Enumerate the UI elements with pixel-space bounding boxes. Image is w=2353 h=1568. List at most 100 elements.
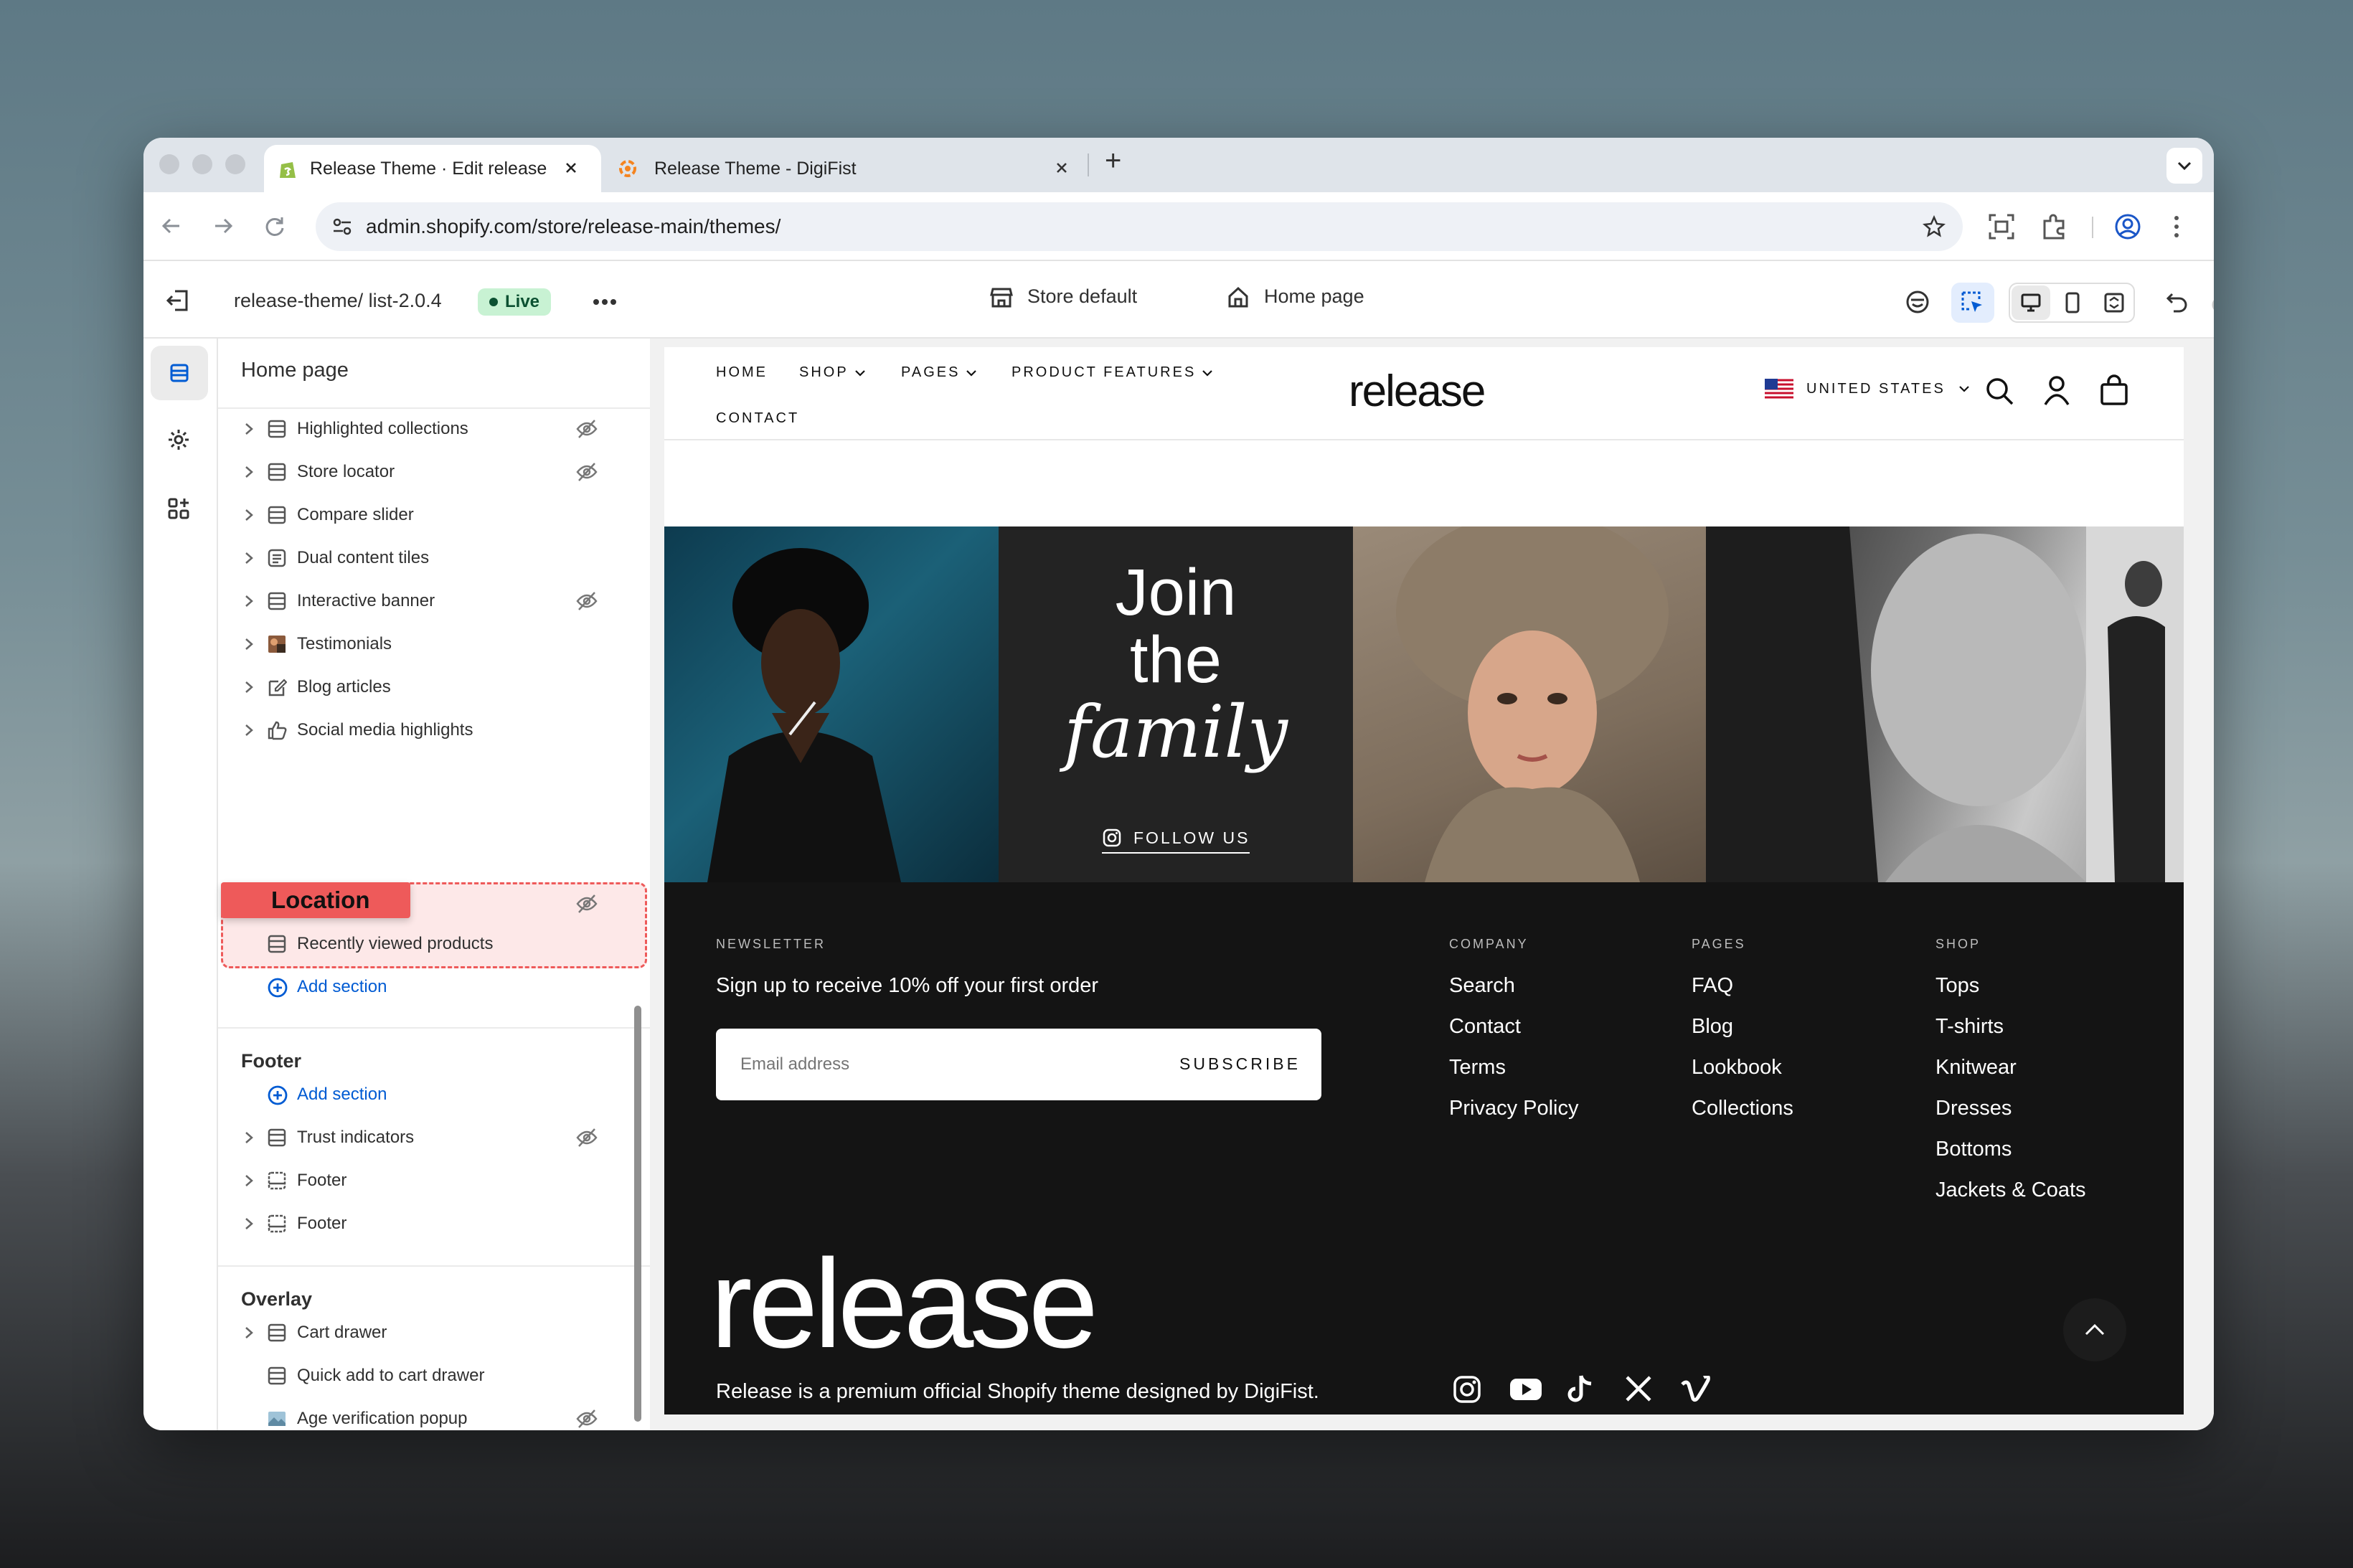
store-select[interactable]: Store default bbox=[990, 285, 1137, 308]
footer-link[interactable]: T-shirts bbox=[1935, 1015, 2004, 1039]
undo-icon[interactable] bbox=[2165, 290, 2189, 313]
chevron-right-icon[interactable] bbox=[244, 637, 254, 651]
section-item[interactable]: Footer bbox=[218, 1202, 650, 1245]
section-item[interactable]: Blog articles bbox=[218, 666, 650, 709]
eye-slash-icon[interactable] bbox=[575, 1409, 598, 1429]
eye-slash-icon[interactable] bbox=[575, 1128, 598, 1148]
ai-assist-icon[interactable] bbox=[1905, 290, 1930, 314]
cart-bag-icon[interactable] bbox=[2099, 374, 2129, 406]
section-item[interactable]: Dual content tiles bbox=[218, 537, 650, 580]
gear-icon[interactable] bbox=[166, 428, 191, 452]
footer-link[interactable]: Dresses bbox=[1935, 1097, 2012, 1120]
close-icon[interactable] bbox=[564, 161, 578, 175]
search-icon[interactable] bbox=[1984, 376, 2014, 406]
more-vertical-icon[interactable] bbox=[2171, 212, 2182, 241]
star-icon[interactable] bbox=[1923, 215, 1946, 238]
section-item[interactable]: Quick add to cart drawer bbox=[218, 1354, 650, 1397]
footer-link[interactable]: Contact bbox=[1449, 1015, 1521, 1039]
footer-link[interactable]: Bottoms bbox=[1935, 1138, 2012, 1161]
nav-product-features[interactable]: PRODUCT FEATURES bbox=[1012, 364, 1213, 381]
window-zoom-dot[interactable] bbox=[225, 154, 245, 174]
section-item[interactable]: Testimonials bbox=[218, 623, 650, 666]
exit-icon[interactable] bbox=[165, 288, 191, 313]
section-item[interactable]: Footer bbox=[218, 1159, 650, 1202]
vimeo-icon[interactable] bbox=[1680, 1376, 1712, 1403]
eye-slash-icon[interactable] bbox=[575, 419, 598, 439]
chevron-right-icon[interactable] bbox=[244, 1326, 254, 1340]
inspector-toggle[interactable] bbox=[1951, 283, 1994, 323]
footer-link[interactable]: Search bbox=[1449, 974, 1515, 998]
dragged-section-label[interactable]: Location bbox=[221, 882, 410, 918]
mobile-view-button[interactable] bbox=[2053, 285, 2092, 320]
follow-us-link[interactable]: FOLLOW US bbox=[1102, 828, 1250, 854]
eye-slash-icon[interactable] bbox=[575, 462, 598, 482]
section-item[interactable]: Cart drawer bbox=[218, 1311, 650, 1354]
section-item-recently-viewed[interactable]: Recently viewed products bbox=[218, 922, 650, 965]
section-item[interactable]: Store locator bbox=[218, 450, 650, 493]
section-item[interactable]: Age verification popup bbox=[218, 1397, 650, 1430]
back-arrow-icon[interactable] bbox=[159, 214, 184, 238]
footer-link[interactable]: FAQ bbox=[1692, 974, 1733, 998]
instagram-icon[interactable] bbox=[1452, 1374, 1482, 1404]
subscribe-button[interactable]: SUBSCRIBE bbox=[1179, 1054, 1301, 1074]
footer-link[interactable]: Jackets & Coats bbox=[1935, 1179, 2086, 1202]
footer-link[interactable]: Terms bbox=[1449, 1056, 1506, 1080]
nav-home[interactable]: HOME bbox=[716, 364, 768, 381]
tab-digifist[interactable]: Release Theme - DigiFist bbox=[603, 145, 1076, 192]
section-item[interactable]: Social media highlights bbox=[218, 709, 650, 752]
back-to-top-button[interactable] bbox=[2063, 1298, 2126, 1361]
url-field[interactable]: admin.shopify.com/store/release-main/the… bbox=[316, 202, 1963, 251]
sections-tab[interactable] bbox=[151, 346, 208, 400]
eye-slash-icon[interactable] bbox=[575, 894, 598, 914]
footer-link[interactable]: Lookbook bbox=[1692, 1056, 1782, 1080]
new-tab-button[interactable]: + bbox=[1105, 145, 1121, 177]
section-item[interactable]: Interactive banner bbox=[218, 580, 650, 623]
theme-breadcrumb[interactable]: release-theme/ list-2.0.4 bbox=[234, 290, 442, 312]
page-select[interactable]: Home page bbox=[1227, 285, 1364, 308]
site-logo[interactable]: release bbox=[1349, 366, 1486, 417]
footer-link[interactable]: Knitwear bbox=[1935, 1056, 2017, 1080]
chevron-right-icon[interactable] bbox=[244, 551, 254, 565]
footer-link[interactable]: Privacy Policy bbox=[1449, 1097, 1579, 1120]
site-settings-icon[interactable] bbox=[331, 217, 353, 237]
footer-link[interactable]: Blog bbox=[1692, 1015, 1733, 1039]
footer-link[interactable]: Collections bbox=[1692, 1097, 1793, 1120]
more-horizontal-icon[interactable] bbox=[593, 298, 617, 306]
chevron-right-icon[interactable] bbox=[244, 594, 254, 608]
section-item[interactable]: Trust indicators bbox=[218, 1116, 650, 1159]
window-close-dot[interactable] bbox=[159, 154, 179, 174]
forward-arrow-icon[interactable] bbox=[211, 214, 235, 238]
chevron-right-icon[interactable] bbox=[244, 508, 254, 522]
chevron-right-icon[interactable] bbox=[244, 1130, 254, 1145]
panel-scrollbar[interactable] bbox=[634, 1006, 641, 1422]
chevron-right-icon[interactable] bbox=[244, 680, 254, 694]
section-item[interactable]: Highlighted collections bbox=[218, 407, 650, 450]
section-item[interactable]: Compare slider bbox=[218, 493, 650, 537]
chevron-right-icon[interactable] bbox=[244, 422, 254, 436]
nav-shop[interactable]: SHOP bbox=[799, 364, 866, 381]
redo-icon[interactable] bbox=[2210, 290, 2214, 313]
youtube-icon[interactable] bbox=[1509, 1377, 1542, 1402]
account-icon[interactable] bbox=[2042, 374, 2072, 406]
chevron-right-icon[interactable] bbox=[244, 465, 254, 479]
email-input[interactable] bbox=[716, 1029, 1146, 1100]
reload-icon[interactable] bbox=[263, 214, 287, 238]
footer-link[interactable]: Tops bbox=[1935, 974, 1979, 998]
chevron-right-icon[interactable] bbox=[244, 723, 254, 737]
tab-search-button[interactable] bbox=[2166, 148, 2202, 184]
country-selector[interactable]: UNITED STATES bbox=[1765, 379, 1970, 399]
add-section-footer[interactable]: Add section bbox=[218, 1073, 650, 1116]
nav-pages[interactable]: PAGES bbox=[901, 364, 977, 381]
nav-contact[interactable]: CONTACT bbox=[716, 410, 799, 427]
close-icon[interactable] bbox=[1055, 161, 1069, 175]
extensions-icon[interactable] bbox=[2040, 212, 2069, 241]
window-minimize-dot[interactable] bbox=[192, 154, 212, 174]
screen-capture-icon[interactable] bbox=[1987, 212, 2016, 241]
chevron-right-icon[interactable] bbox=[244, 1217, 254, 1231]
eye-slash-icon[interactable] bbox=[575, 591, 598, 611]
x-twitter-icon[interactable] bbox=[1624, 1374, 1653, 1403]
apps-icon[interactable] bbox=[166, 496, 191, 521]
tiktok-icon[interactable] bbox=[1567, 1373, 1595, 1404]
add-section-template[interactable]: Add section bbox=[218, 965, 650, 1009]
chevron-right-icon[interactable] bbox=[244, 1173, 254, 1188]
